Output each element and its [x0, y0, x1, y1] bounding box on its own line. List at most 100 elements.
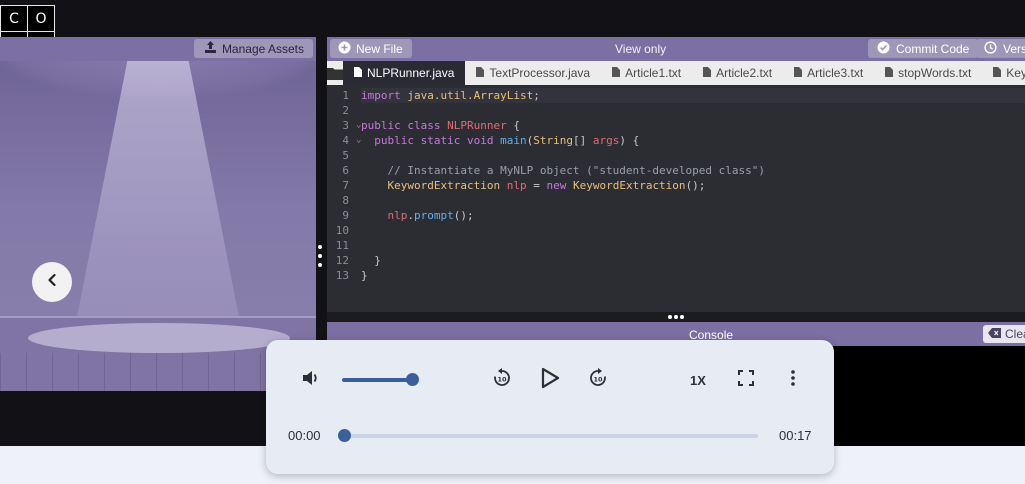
app-root: C O D E Manage Assets New	[0, 0, 1025, 484]
clear-label: Clear	[1005, 327, 1025, 341]
line-number: 4 ⌄	[342, 134, 362, 147]
file-icon	[794, 66, 803, 80]
svg-text:10: 10	[593, 375, 603, 383]
code-line-6: // Instantiate a MyNLP object ("student-…	[387, 164, 766, 177]
code-line-13: }	[361, 269, 368, 282]
playback-speed-label: 1X	[690, 372, 706, 388]
volume-icon	[302, 370, 320, 391]
rewind-10-icon: 10	[492, 367, 512, 393]
new-file-button[interactable]: New File	[330, 39, 412, 58]
tab-article1-txt[interactable]: Article1.txt	[601, 61, 692, 85]
stage-header: Manage Assets	[0, 37, 316, 61]
line-number: 11	[335, 239, 349, 252]
line-number: 6	[342, 164, 349, 177]
line-number: 10	[335, 224, 349, 237]
tab-nlprunner-java[interactable]: NLPRunner.java	[343, 61, 466, 85]
tab-keywordextraction-java[interactable]: KeywordExtraction.java	[982, 61, 1025, 85]
editor-header: New File View only Commit Code Versions	[327, 37, 1025, 61]
horizontal-resize-handle[interactable]	[327, 312, 1025, 322]
manage-assets-button[interactable]: Manage Assets	[193, 39, 313, 58]
code-line-4: public static void main(String[] args) {	[374, 134, 640, 147]
tab-article3-txt[interactable]: Article3.txt	[783, 61, 874, 85]
eraser-icon	[988, 327, 1001, 341]
svg-text:10: 10	[497, 375, 507, 383]
volume-button[interactable]	[300, 370, 322, 390]
play-icon	[540, 367, 560, 394]
rewind-10-button[interactable]: 10	[490, 367, 514, 393]
fullscreen-icon	[738, 369, 754, 391]
duration: 00:17	[779, 428, 812, 443]
plus-circle-icon	[338, 41, 351, 57]
code-line-1: import java.util.ArrayList;	[361, 88, 1025, 103]
play-button[interactable]	[536, 366, 564, 394]
versions-label: Versions	[1003, 41, 1025, 56]
code-line-12: }	[374, 254, 381, 267]
video-player-controls: 10 10 1X 00:00 00:17	[266, 340, 834, 474]
more-options-button[interactable]	[782, 369, 804, 391]
code-line-7: KeywordExtraction nlp = new KeywordExtra…	[387, 179, 706, 192]
new-file-label: New File	[356, 41, 403, 56]
forward-10-icon: 10	[588, 367, 608, 393]
view-only-label: View only	[615, 42, 667, 56]
line-number: 3 ⌄	[342, 119, 362, 132]
line-number: 1	[342, 89, 349, 102]
chevron-left-icon	[46, 273, 58, 292]
volume-fill	[342, 378, 412, 382]
seek-thumb[interactable]	[338, 429, 351, 442]
file-icon	[476, 66, 485, 80]
line-number: 9	[342, 209, 349, 222]
line-number: 12	[335, 254, 349, 267]
spotlight-circle	[28, 323, 290, 353]
folder-icon[interactable]	[327, 61, 343, 85]
clear-console-button[interactable]: Clear	[983, 325, 1025, 343]
tab-label: KeywordExtraction.java	[1006, 66, 1025, 80]
more-vertical-icon	[791, 369, 795, 391]
current-time: 00:00	[288, 428, 321, 443]
tab-label: stopWords.txt	[898, 66, 972, 80]
file-icon	[354, 66, 362, 80]
tab-textprocessor-java[interactable]: TextProcessor.java	[465, 61, 601, 85]
tab-label: TextProcessor.java	[489, 66, 591, 80]
clock-icon	[984, 40, 997, 57]
line-number: 7	[342, 179, 349, 192]
line-number: 8	[342, 194, 349, 207]
previous-button[interactable]	[32, 262, 72, 302]
code-line-9: nlp.prompt();	[387, 209, 474, 222]
logo-letter-c: C	[1, 6, 27, 31]
check-circle-icon	[877, 41, 890, 57]
line-number: 13	[335, 269, 349, 282]
code-editor[interactable]: 1 2 3 ⌄ 4 ⌄ 5 6 7 8 9 10 11 12 13 import j…	[327, 85, 1025, 312]
file-icon	[993, 66, 1002, 80]
commit-code-button[interactable]: Commit Code	[868, 39, 979, 58]
versions-button[interactable]: Versions	[976, 39, 1025, 58]
fullscreen-button[interactable]	[735, 369, 757, 391]
volume-thumb[interactable]	[406, 373, 419, 386]
manage-assets-label: Manage Assets	[221, 41, 304, 56]
line-gutter: 1 2 3 ⌄ 4 ⌄ 5 6 7 8 9 10 11 12 13	[327, 88, 362, 283]
stage-background	[0, 61, 316, 391]
tab-stopwords-txt[interactable]: stopWords.txt	[874, 61, 982, 85]
tab-article2-txt[interactable]: Article2.txt	[692, 61, 783, 85]
commit-code-label: Commit Code	[896, 41, 970, 56]
volume-slider[interactable]	[342, 373, 419, 386]
line-number: 5	[342, 149, 349, 162]
file-tabs: NLPRunner.java TextProcessor.java Articl…	[327, 61, 1025, 85]
tab-label: NLPRunner.java	[367, 66, 455, 80]
upload-icon	[204, 41, 217, 56]
seek-bar[interactable]	[338, 429, 758, 442]
forward-10-button[interactable]: 10	[586, 367, 610, 393]
logo-letter-o: O	[28, 6, 54, 31]
code-lines: import java.util.ArrayList; public class…	[361, 88, 1025, 283]
line-number: 2	[342, 104, 349, 117]
vertical-resize-handle[interactable]	[318, 245, 322, 267]
code-line-3: public class NLPRunner {	[361, 119, 520, 132]
playback-speed-button[interactable]: 1X	[684, 370, 712, 390]
file-icon	[703, 66, 712, 80]
tab-label: Article2.txt	[716, 66, 773, 80]
file-icon	[612, 66, 621, 80]
